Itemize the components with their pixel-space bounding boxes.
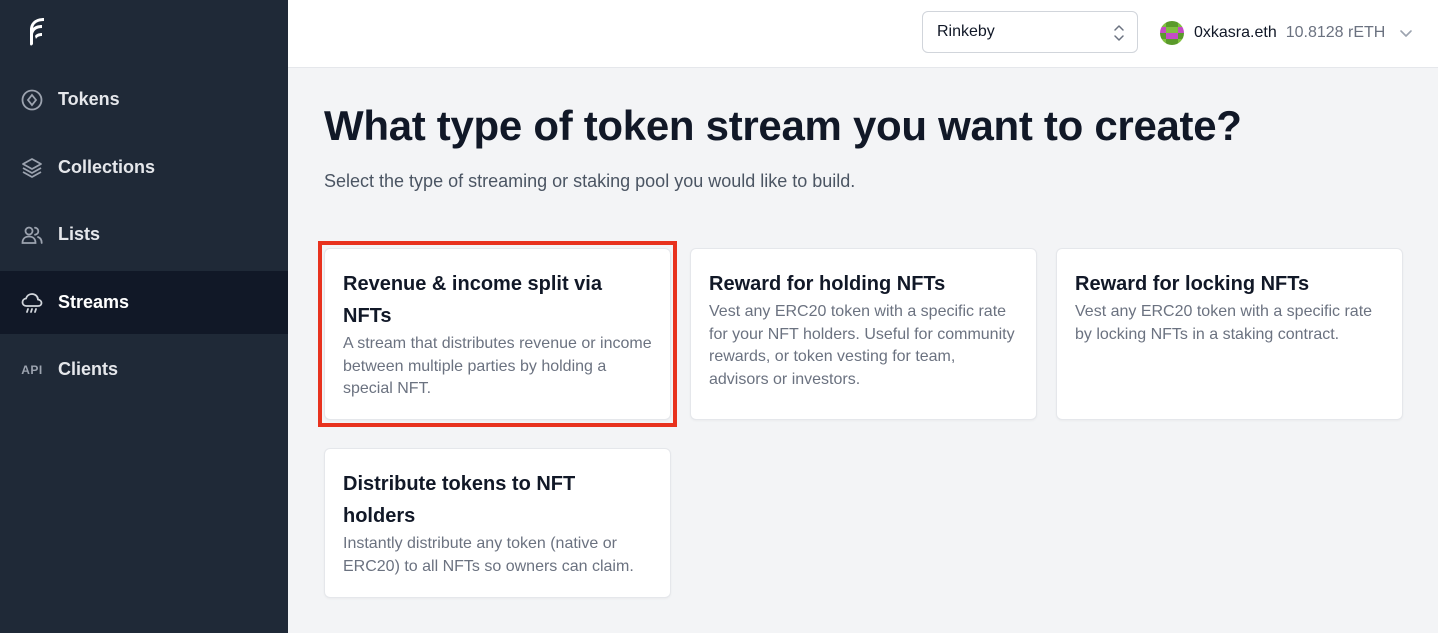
card-description: A stream that distributes revenue or inc… (343, 335, 652, 397)
api-icon-text: API (21, 362, 43, 377)
chevron-down-icon (1400, 30, 1413, 37)
card-description: Instantly distribute any token (native o… (343, 535, 634, 575)
flame-logo-icon[interactable] (22, 14, 52, 50)
users-icon (19, 222, 45, 248)
sidebar-item-label: Lists (58, 224, 101, 244)
card-description: Vest any ERC20 token with a specific rat… (709, 303, 1015, 388)
sidebar-item-lists[interactable]: Lists (0, 203, 288, 266)
account-name: 0xkasra.eth (1194, 24, 1277, 41)
avatar (1160, 21, 1184, 45)
layers-icon (19, 155, 45, 181)
sidebar-item-collections[interactable]: Collections (0, 136, 288, 199)
card-description: Vest any ERC20 token with a specific rat… (1075, 303, 1373, 343)
sidebar-item-streams[interactable]: Streams (0, 271, 288, 334)
top-bar: Rinkeby 0xkasra.eth 10.8128 rETH (288, 0, 1438, 68)
account-balance: 10.8128 rETH (1285, 24, 1386, 41)
sidebar-item-label: Streams (58, 292, 130, 312)
card-title: Reward for locking NFTs (1075, 273, 1310, 295)
network-select-value: Rinkeby (937, 23, 995, 40)
cloud-rain-icon (19, 290, 45, 316)
card-distribute-tokens[interactable]: Distribute tokens to NFT holders Instant… (324, 448, 671, 598)
network-select[interactable]: Rinkeby (922, 11, 1138, 53)
sidebar: Tokens Collections Lists Streams API Cli… (0, 0, 288, 633)
page-subtitle: Select the type of streaming or staking … (324, 171, 856, 191)
sidebar-item-label: Collections (58, 157, 156, 177)
sidebar-item-clients[interactable]: API Clients (0, 338, 288, 401)
card-title: Revenue & income split via NFTs (343, 273, 602, 327)
card-reward-holding[interactable]: Reward for holding NFTs Vest any ERC20 t… (690, 248, 1037, 420)
card-title: Distribute tokens to NFT holders (343, 473, 576, 527)
card-title: Reward for holding NFTs (709, 273, 946, 295)
card-reward-locking[interactable]: Reward for locking NFTs Vest any ERC20 t… (1056, 248, 1403, 420)
api-icon: API (19, 357, 45, 383)
sidebar-item-label: Clients (58, 359, 119, 379)
page-title: What type of token stream you want to cr… (324, 102, 1242, 149)
select-arrows-icon (1114, 25, 1124, 41)
token-icon (19, 87, 45, 113)
sidebar-item-label: Tokens (58, 89, 120, 109)
account-menu[interactable]: 0xkasra.eth 10.8128 rETH (1160, 20, 1413, 46)
card-revenue-split[interactable]: Revenue & income split via NFTs A stream… (324, 248, 671, 420)
sidebar-item-tokens[interactable]: Tokens (0, 68, 288, 131)
